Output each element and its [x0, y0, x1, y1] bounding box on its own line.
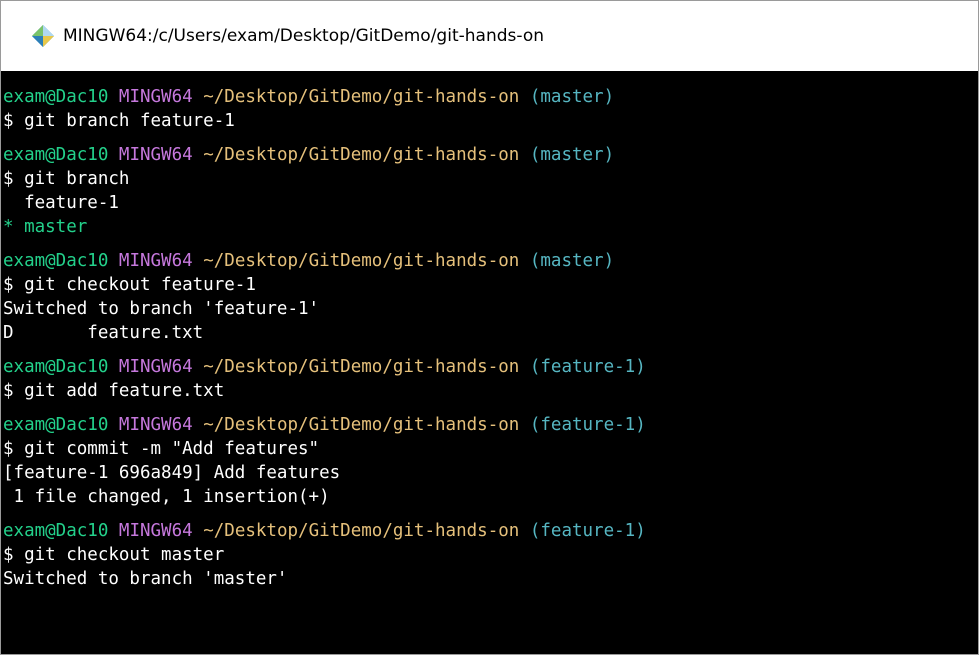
command-block: exam@Dac10 MINGW64 ~/Desktop/GitDemo/git… [3, 355, 978, 403]
git-bash-icon [32, 25, 54, 47]
output-line: 1 file changed, 1 insertion(+) [3, 487, 330, 507]
prompt-path: ~/Desktop/GitDemo/git-hands-on [203, 251, 520, 271]
prompt-line: exam@Dac10 MINGW64 ~/Desktop/GitDemo/git… [3, 143, 978, 167]
prompt-line: exam@Dac10 MINGW64 ~/Desktop/GitDemo/git… [3, 249, 978, 273]
prompt-branch: (feature-1) [529, 357, 646, 377]
output-line: Switched to branch 'feature-1' [3, 299, 320, 319]
prompt-path: ~/Desktop/GitDemo/git-hands-on [203, 521, 520, 541]
prompt-system: MINGW64 [118, 521, 193, 541]
prompt-branch: (feature-1) [529, 521, 646, 541]
prompt-line: exam@Dac10 MINGW64 ~/Desktop/GitDemo/git… [3, 355, 978, 379]
prompt-system: MINGW64 [118, 145, 193, 165]
command-line: $ git branch [3, 169, 130, 189]
prompt-line: exam@Dac10 MINGW64 ~/Desktop/GitDemo/git… [3, 85, 978, 109]
prompt-user: exam@Dac10 [3, 415, 109, 435]
command-line: $ git branch feature-1 [3, 111, 235, 131]
title-bar[interactable]: MINGW64:/c/Users/exam/Desktop/GitDemo/gi… [1, 1, 978, 71]
command-block: exam@Dac10 MINGW64 ~/Desktop/GitDemo/git… [3, 85, 978, 133]
command-line: $ git add feature.txt [3, 381, 225, 401]
command-line: $ git checkout feature-1 [3, 275, 256, 295]
output-line: feature-1 [3, 193, 119, 213]
prompt-branch: (master) [529, 145, 615, 165]
command-block: exam@Dac10 MINGW64 ~/Desktop/GitDemo/git… [3, 519, 978, 591]
prompt-user: exam@Dac10 [3, 145, 109, 165]
prompt-path: ~/Desktop/GitDemo/git-hands-on [203, 145, 520, 165]
window-title: MINGW64:/c/Users/exam/Desktop/GitDemo/gi… [63, 26, 544, 46]
prompt-system: MINGW64 [118, 251, 193, 271]
output-line: * master [3, 217, 88, 237]
prompt-branch: (feature-1) [529, 415, 646, 435]
prompt-user: exam@Dac10 [3, 87, 109, 107]
output-line: [feature-1 696a849] Add features [3, 463, 341, 483]
prompt-system: MINGW64 [118, 87, 193, 107]
output-line: D feature.txt [3, 323, 204, 343]
command-line: $ git commit -m "Add features" [3, 439, 320, 459]
prompt-line: exam@Dac10 MINGW64 ~/Desktop/GitDemo/git… [3, 519, 978, 543]
prompt-path: ~/Desktop/GitDemo/git-hands-on [203, 415, 520, 435]
command-line: $ git checkout master [3, 545, 225, 565]
terminal-window[interactable]: MINGW64:/c/Users/exam/Desktop/GitDemo/gi… [0, 0, 979, 655]
output-line: Switched to branch 'master' [3, 569, 288, 589]
command-block: exam@Dac10 MINGW64 ~/Desktop/GitDemo/git… [3, 143, 978, 239]
prompt-system: MINGW64 [118, 415, 193, 435]
prompt-user: exam@Dac10 [3, 357, 109, 377]
terminal-output[interactable]: exam@Dac10 MINGW64 ~/Desktop/GitDemo/git… [1, 71, 978, 654]
prompt-branch: (master) [529, 251, 615, 271]
prompt-user: exam@Dac10 [3, 251, 109, 271]
prompt-path: ~/Desktop/GitDemo/git-hands-on [203, 87, 520, 107]
prompt-branch: (master) [529, 87, 615, 107]
prompt-user: exam@Dac10 [3, 521, 109, 541]
command-block: exam@Dac10 MINGW64 ~/Desktop/GitDemo/git… [3, 413, 978, 509]
prompt-line: exam@Dac10 MINGW64 ~/Desktop/GitDemo/git… [3, 413, 978, 437]
command-block: exam@Dac10 MINGW64 ~/Desktop/GitDemo/git… [3, 249, 978, 345]
prompt-system: MINGW64 [118, 357, 193, 377]
prompt-path: ~/Desktop/GitDemo/git-hands-on [203, 357, 520, 377]
